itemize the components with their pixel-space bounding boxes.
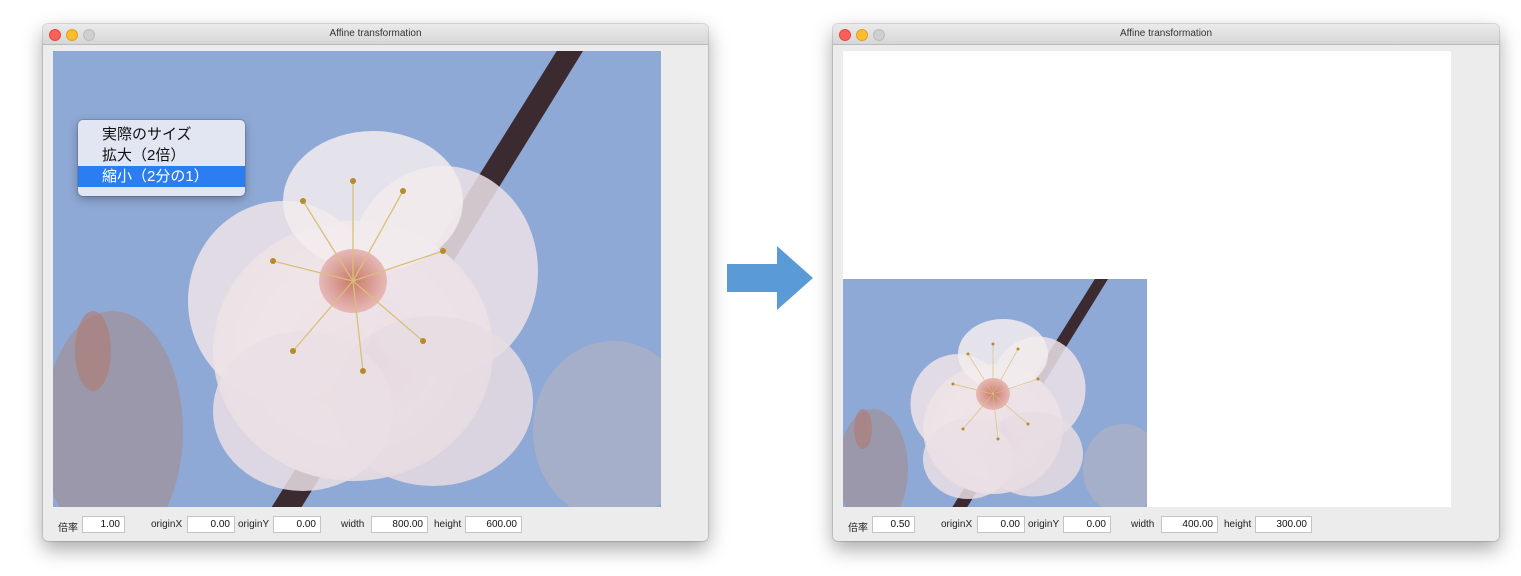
originx-field[interactable]: 0.00 <box>187 516 235 533</box>
window-controls <box>839 29 885 41</box>
flower-image-scaled <box>843 279 1147 507</box>
minimize-icon[interactable] <box>66 29 78 41</box>
scale-field[interactable]: 0.50 <box>872 516 915 533</box>
transform-controls: 倍率 1.00 originX 0.00 originY 0.00 width … <box>43 515 708 535</box>
context-menu: 実際のサイズ 拡大（2倍） 縮小（2分の1） <box>78 120 245 196</box>
image-canvas[interactable]: 実際のサイズ 拡大（2倍） 縮小（2分の1） <box>53 51 661 507</box>
scale-label: 倍率 <box>848 523 868 534</box>
scale-label: 倍率 <box>58 523 78 534</box>
menu-item-zoom-in[interactable]: 拡大（2倍） <box>78 145 245 166</box>
originy-label: originY <box>1028 519 1060 530</box>
scale-field[interactable]: 1.00 <box>82 516 125 533</box>
height-field[interactable]: 600.00 <box>465 516 522 533</box>
close-icon[interactable] <box>839 29 851 41</box>
width-label: width <box>341 519 365 530</box>
originx-label: originX <box>941 519 973 530</box>
arrow-shape <box>727 246 813 310</box>
right-arrow-icon <box>727 246 813 310</box>
height-label: height <box>1224 519 1252 530</box>
width-field[interactable]: 800.00 <box>371 516 428 533</box>
originy-label: originY <box>238 519 270 530</box>
window-title: Affine transformation <box>1119 28 1213 39</box>
menu-item-zoom-out[interactable]: 縮小（2分の1） <box>78 166 245 187</box>
width-field[interactable]: 400.00 <box>1161 516 1218 533</box>
originx-label: originX <box>151 519 183 530</box>
minimize-icon[interactable] <box>856 29 868 41</box>
title-bar[interactable]: Affine transformation <box>43 24 708 45</box>
originx-field[interactable]: 0.00 <box>977 516 1025 533</box>
window-controls <box>49 29 95 41</box>
title-bar[interactable]: Affine transformation <box>833 24 1499 45</box>
originy-field[interactable]: 0.00 <box>1063 516 1111 533</box>
window-original: Affine transformation 実際のサイズ 拡大（2倍） 縮小（2… <box>43 24 708 541</box>
height-field[interactable]: 300.00 <box>1255 516 1312 533</box>
window-scaled: Affine transformation 倍率 0.50 originX 0.… <box>833 24 1499 541</box>
menu-item-actual-size[interactable]: 実際のサイズ <box>78 124 245 145</box>
transform-controls: 倍率 0.50 originX 0.00 originY 0.00 width … <box>833 515 1499 535</box>
zoom-icon[interactable] <box>873 29 885 41</box>
image-canvas[interactable] <box>843 51 1451 507</box>
window-title: Affine transformation <box>329 28 422 39</box>
height-label: height <box>434 519 462 530</box>
zoom-icon[interactable] <box>83 29 95 41</box>
width-label: width <box>1131 519 1155 530</box>
originy-field[interactable]: 0.00 <box>273 516 321 533</box>
close-icon[interactable] <box>49 29 61 41</box>
